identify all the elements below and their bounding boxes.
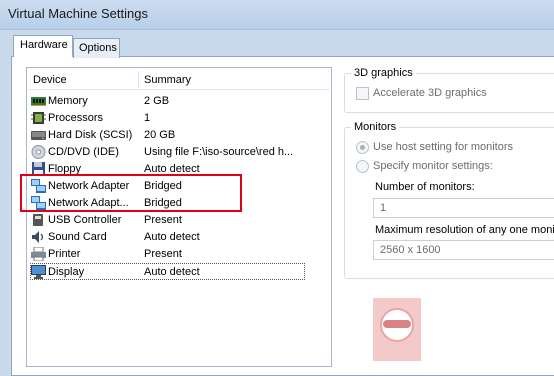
usb-icon [33, 214, 43, 226]
cd-dvd-icon [31, 145, 46, 159]
device-row-processors[interactable]: Processors 1 [31, 110, 306, 127]
window-title: Virtual Machine Settings [8, 6, 148, 21]
processor-icon [31, 112, 46, 124]
hard-disk-icon [31, 131, 46, 140]
device-summary: Present [144, 248, 182, 260]
memory-icon [31, 97, 46, 106]
device-summary: Auto detect [144, 266, 200, 278]
highlight-box [20, 174, 242, 212]
device-label: Sound Card [48, 231, 107, 243]
accelerate-3d-label: Accelerate 3D graphics [373, 87, 487, 99]
device-label: Hard Disk (SCSI) [48, 129, 133, 141]
max-resolution-field[interactable]: 2560 x 1600 [373, 240, 554, 260]
device-label: Memory [48, 95, 88, 107]
number-of-monitors-label: Number of monitors: [375, 181, 475, 193]
tab-hardware[interactable]: Hardware [13, 35, 73, 57]
device-row-sound-card[interactable]: Sound Card Auto detect [31, 229, 306, 246]
accelerate-3d-checkbox[interactable] [356, 87, 369, 100]
device-summary: 2 GB [144, 95, 170, 107]
title-bar: Virtual Machine Settings [0, 0, 554, 30]
number-of-monitors-field[interactable]: 1 [373, 198, 554, 218]
column-header-device[interactable]: Device [33, 74, 67, 86]
watermark-logo [373, 298, 421, 361]
device-row-usb-controller[interactable]: USB Controller Present [31, 212, 306, 229]
use-host-label: Use host setting for monitors [373, 141, 514, 153]
device-row-cd-dvd[interactable]: CD/DVD (IDE) Using file F:\iso-source\re… [31, 144, 306, 161]
device-list-header: Device Summary [28, 69, 330, 90]
sunglasses-icon [383, 320, 411, 328]
device-row-hard-disk[interactable]: Hard Disk (SCSI) 20 GB [31, 127, 306, 144]
device-list[interactable]: Device Summary Memory 2 GB Processors 1 [26, 67, 332, 367]
device-summary: 20 GB [144, 129, 176, 141]
device-label: Display [48, 266, 85, 278]
device-row-memory[interactable]: Memory 2 GB [31, 93, 306, 110]
device-summary: Auto detect [144, 231, 200, 243]
device-label: CD/DVD (IDE) [48, 146, 119, 158]
sound-card-icon [32, 231, 44, 243]
device-summary: Present [144, 214, 182, 226]
use-host-radio[interactable] [356, 141, 369, 154]
max-resolution-label: Maximum resolution of any one monitor [375, 224, 554, 236]
device-row-display[interactable]: Display Auto detect [30, 263, 305, 280]
column-separator[interactable] [138, 71, 139, 88]
device-summary: 1 [144, 112, 151, 124]
device-label: Printer [48, 248, 81, 260]
specify-monitor-radio[interactable] [356, 160, 369, 173]
monitors-title: Monitors [351, 121, 400, 133]
graphics-3d-title: 3D graphics [351, 67, 416, 79]
specify-monitor-label: Specify monitor settings: [373, 160, 493, 172]
device-label: USB Controller [48, 214, 122, 226]
device-label: Processors [48, 112, 104, 124]
printer-icon [31, 247, 46, 261]
column-header-summary[interactable]: Summary [144, 74, 191, 86]
device-row-printer[interactable]: Printer Present [31, 246, 306, 263]
display-icon [31, 265, 46, 279]
tab-options[interactable]: Options [73, 38, 120, 58]
device-summary: Using file F:\iso-source\red h... [144, 146, 294, 158]
